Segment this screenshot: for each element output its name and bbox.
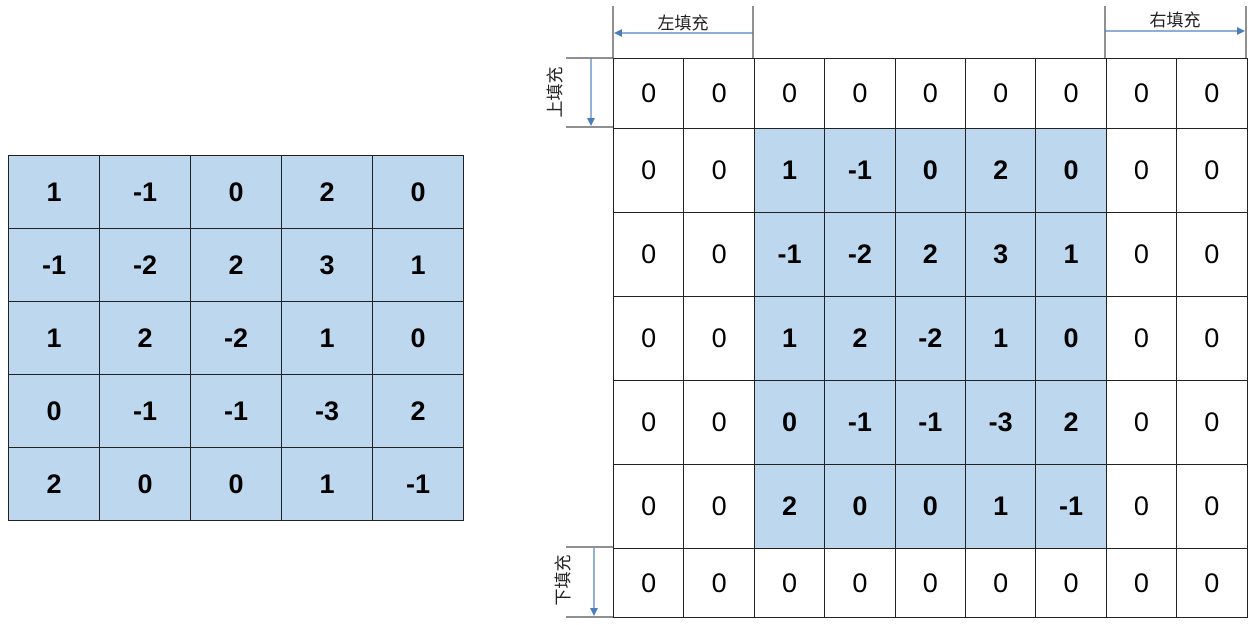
- right-padding-label: 右填充: [1150, 11, 1201, 31]
- top-padding-annotation: 上填充: [546, 57, 613, 128]
- left-padding-label: 左填充: [658, 14, 709, 34]
- padding-annotations: 左填充 右填充 上填充 下填充: [546, 6, 1247, 618]
- right-padding-annotation: 右填充: [1104, 6, 1247, 58]
- top-padding-label: 上填充: [546, 67, 566, 118]
- bottom-padding-annotation: 下填充: [554, 546, 613, 618]
- bottom-padding-label: 下填充: [554, 555, 574, 606]
- left-padding-annotation: 左填充: [612, 6, 754, 58]
